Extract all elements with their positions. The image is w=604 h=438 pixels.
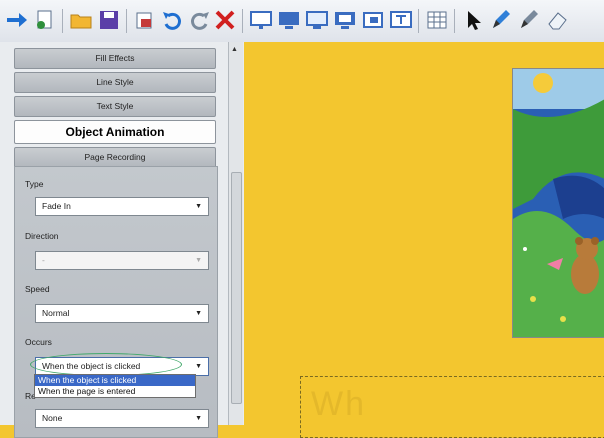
occurs-option[interactable]: When the page is entered xyxy=(35,386,195,397)
save-icon[interactable] xyxy=(96,7,122,33)
panel-scrollbar[interactable]: ▲ xyxy=(228,42,243,425)
scroll-up-icon[interactable]: ▲ xyxy=(231,46,238,53)
fill-effects-tab[interactable]: Fill Effects xyxy=(14,48,216,69)
print-icon[interactable] xyxy=(132,7,158,33)
children-artwork-image[interactable] xyxy=(512,68,604,338)
direction-label: Direction xyxy=(25,231,59,241)
table-icon[interactable] xyxy=(424,7,450,33)
occurs-label: Occurs xyxy=(25,337,52,347)
pen-icon[interactable] xyxy=(488,7,514,33)
monitor-2-icon[interactable] xyxy=(304,7,330,33)
main-toolbar xyxy=(0,0,604,43)
chevron-down-icon: ▼ xyxy=(195,203,202,210)
select-arrow-icon[interactable] xyxy=(460,7,486,33)
eraser-icon[interactable] xyxy=(544,7,570,33)
text-style-tab[interactable]: Text Style xyxy=(14,96,216,117)
type-select[interactable]: Fade In ▼ xyxy=(35,197,209,216)
delete-icon[interactable] xyxy=(212,7,238,33)
repeat-select[interactable]: None ▼ xyxy=(35,409,209,428)
chevron-down-icon: ▼ xyxy=(195,310,202,317)
direction-select[interactable]: - ▼ xyxy=(35,251,209,270)
chevron-down-icon: ▼ xyxy=(195,363,202,370)
speed-select[interactable]: Normal ▼ xyxy=(35,304,209,323)
chevron-down-icon: ▼ xyxy=(195,415,202,422)
monitor-icon[interactable] xyxy=(276,7,302,33)
camera-icon[interactable] xyxy=(360,7,386,33)
properties-panel: Fill Effects Line Style Text Style Objec… xyxy=(0,42,244,438)
forward-arrow-icon[interactable] xyxy=(4,7,30,33)
undo-icon[interactable] xyxy=(160,7,186,33)
text-tool-icon[interactable] xyxy=(388,7,414,33)
highlight-oval xyxy=(30,353,182,376)
creative-pen-icon[interactable] xyxy=(516,7,542,33)
line-style-tab[interactable]: Line Style xyxy=(14,72,216,93)
chevron-down-icon: ▼ xyxy=(195,257,202,264)
screen-shade-icon[interactable] xyxy=(248,7,274,33)
page-canvas[interactable]: Wh xyxy=(244,42,604,438)
occurs-option[interactable]: When the object is clicked xyxy=(35,375,195,386)
object-animation-tab[interactable]: Object Animation xyxy=(14,120,216,144)
scrollbar-thumb[interactable] xyxy=(231,172,242,404)
artwork-illustration xyxy=(513,69,604,337)
open-folder-icon[interactable] xyxy=(68,7,94,33)
monitor-3-icon[interactable] xyxy=(332,7,358,33)
speed-label: Speed xyxy=(25,284,50,294)
type-label: Type xyxy=(25,179,44,189)
section-tabs: Fill Effects Line Style Text Style Objec… xyxy=(14,48,216,171)
new-page-icon[interactable] xyxy=(32,7,58,33)
occurs-dropdown-list: When the object is clicked When the page… xyxy=(34,374,196,398)
page-recording-tab[interactable]: Page Recording xyxy=(14,147,216,168)
redo-icon[interactable] xyxy=(186,7,212,33)
ghost-text: Wh xyxy=(311,385,366,423)
text-box[interactable]: Wh xyxy=(300,376,604,438)
